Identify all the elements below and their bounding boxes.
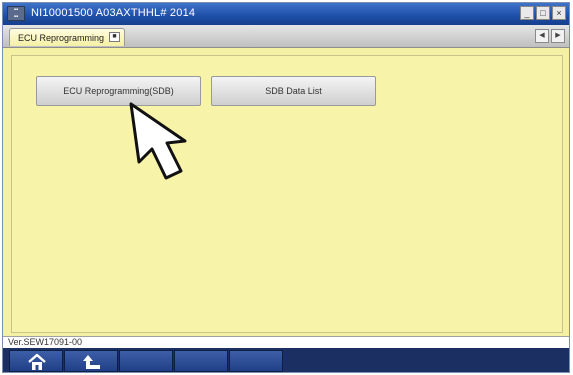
minimize-icon[interactable]: _ <box>520 6 534 20</box>
home-button[interactable] <box>9 350 63 372</box>
tab-label: ECU Reprogramming <box>18 33 105 43</box>
status-bar: Ver.SEW17091-00 <box>3 336 569 348</box>
tab-bar: ECU Reprogramming ■ ◀ ▶ <box>3 25 569 48</box>
home-icon <box>28 353 46 370</box>
tab-prev-icon[interactable]: ◀ <box>535 29 549 43</box>
maximize-icon[interactable]: □ <box>536 6 550 20</box>
title-bar[interactable]: ▪▪ ▪▪ NI10001500 A03AXTHHL# 2014 _ □ × <box>3 3 569 25</box>
window-controls: _ □ × <box>520 6 566 20</box>
nav-button-5[interactable] <box>229 350 283 372</box>
nav-button-4[interactable] <box>174 350 228 372</box>
return-button[interactable] <box>64 350 118 372</box>
close-icon[interactable]: × <box>552 6 566 20</box>
nav-button-3[interactable] <box>119 350 173 372</box>
version-label: Ver.SEW17091-00 <box>8 337 83 347</box>
app-icon[interactable]: ▪▪ ▪▪ <box>7 6 25 21</box>
app-window: ▪▪ ▪▪ NI10001500 A03AXTHHL# 2014 _ □ × EC… <box>2 2 570 373</box>
main-content-panel: ECU Reprogramming(SDB) SDB Data List <box>11 55 563 333</box>
tab-next-icon[interactable]: ▶ <box>551 29 565 43</box>
pointer-cursor-icon <box>129 102 187 180</box>
tab-navigation: ◀ ▶ <box>535 29 565 43</box>
return-arrow-icon <box>83 355 100 369</box>
tab-close-icon[interactable]: ■ <box>109 32 120 42</box>
tab-ecu-reprogramming[interactable]: ECU Reprogramming ■ <box>9 28 125 46</box>
bottom-nav-bar <box>3 348 569 372</box>
sdb-data-list-button[interactable]: SDB Data List <box>211 76 376 106</box>
window-title: NI10001500 A03AXTHHL# 2014 <box>31 7 196 19</box>
